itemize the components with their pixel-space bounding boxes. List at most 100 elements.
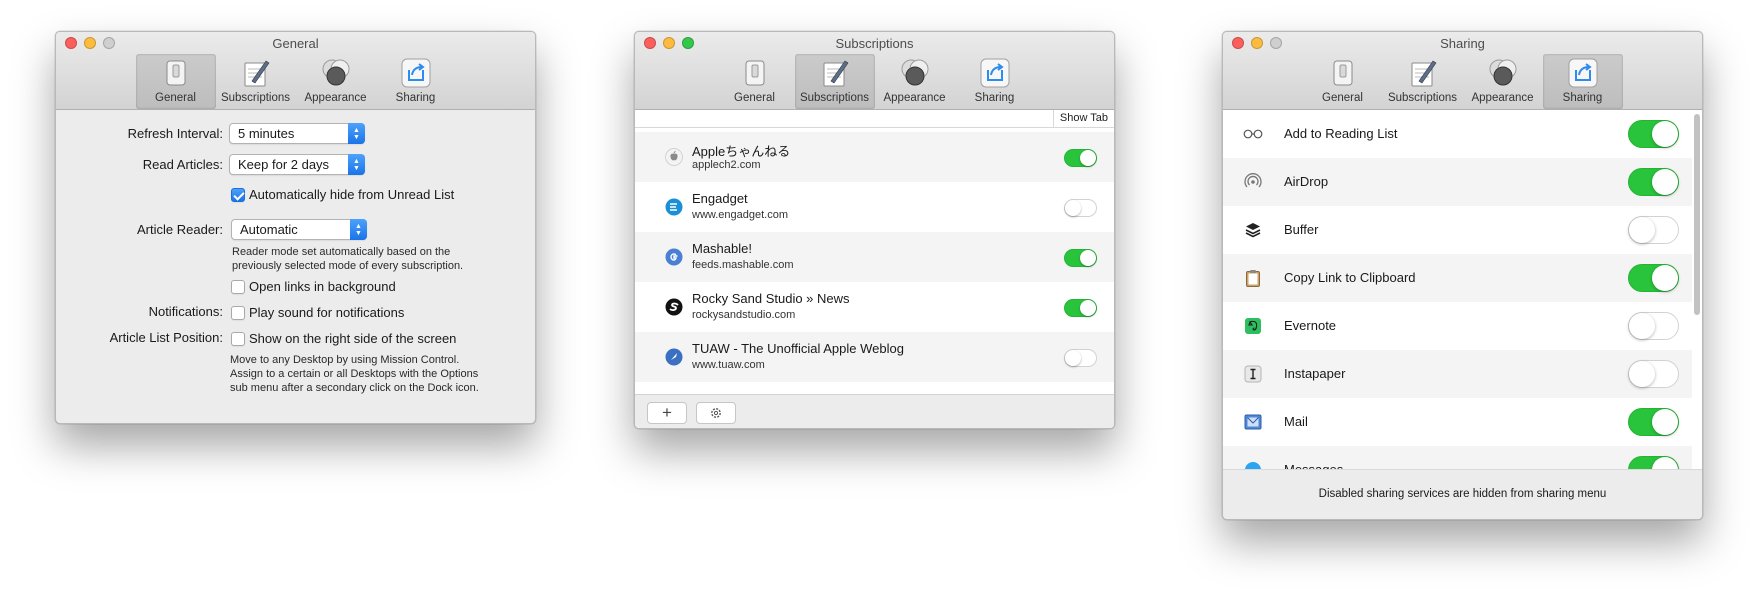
- sharing-service-row[interactable]: Mail: [1223, 398, 1692, 446]
- subscription-row[interactable]: Appleちゃんねる applech2.com: [635, 132, 1114, 182]
- switch-icon: [745, 60, 764, 86]
- subscriptions-preferences-window: Subscriptions General Subscriptions Appe…: [634, 31, 1115, 429]
- tab-label: General: [155, 92, 196, 104]
- refresh-interval-popup[interactable]: 5 minutes ▲ ▼: [229, 123, 365, 144]
- service-name: Mail: [1284, 414, 1308, 429]
- popup-value: 5 minutes: [238, 126, 295, 141]
- toggle-knob: [1080, 250, 1096, 266]
- tab-general[interactable]: General: [135, 54, 216, 109]
- open-links-checkbox[interactable]: [231, 280, 245, 294]
- tab-label: Subscriptions: [1387, 92, 1458, 104]
- service-toggle[interactable]: [1628, 216, 1679, 244]
- window-title: Subscriptions: [835, 36, 914, 51]
- sharing-pane: Add to Reading List AirDrop Buffer Copy …: [1223, 110, 1702, 471]
- subscription-row[interactable]: Mashable! feeds.mashable.com: [635, 232, 1114, 282]
- buffer-icon: [1243, 220, 1263, 240]
- subscription-row[interactable]: Engadget www.engadget.com: [635, 182, 1114, 232]
- sharing-service-row[interactable]: Evernote: [1223, 302, 1692, 350]
- list-header: Show Tab: [635, 110, 1114, 128]
- subscription-title: Mashable!: [692, 241, 752, 256]
- tab-appearance[interactable]: Appearance: [296, 54, 376, 109]
- subscription-row[interactable]: TUAW - The Unofficial Apple Weblog www.t…: [635, 332, 1114, 382]
- service-toggle[interactable]: [1628, 264, 1679, 292]
- tab-sharing[interactable]: Sharing: [376, 54, 456, 109]
- show-tab-column-header[interactable]: Show Tab: [1052, 110, 1114, 128]
- gear-icon: [711, 408, 721, 418]
- auto-hide-checkbox[interactable]: [231, 188, 245, 202]
- position-note-line1: Move to any Desktop by using Mission Con…: [230, 354, 460, 366]
- toggle-knob: [1629, 217, 1655, 243]
- apple-icon: [665, 148, 683, 166]
- vertical-scrollbar[interactable]: [1694, 114, 1700, 315]
- tab-label: Subscriptions: [799, 92, 870, 104]
- titlebar: General General Subscriptions Appearance…: [56, 32, 535, 110]
- tab-sharing[interactable]: Sharing: [1542, 54, 1623, 109]
- tab-appearance[interactable]: Appearance: [1463, 54, 1543, 109]
- service-name: Add to Reading List: [1284, 126, 1398, 141]
- toggle-knob: [1080, 300, 1096, 316]
- service-name: Evernote: [1284, 318, 1337, 333]
- show-tab-toggle[interactable]: [1064, 349, 1097, 367]
- titlebar: Subscriptions General Subscriptions Appe…: [635, 32, 1114, 110]
- toggle-knob: [1065, 200, 1081, 216]
- auto-hide-label: Automatically hide from Unread List: [249, 187, 455, 202]
- sharing-service-row[interactable]: Add to Reading List: [1223, 110, 1692, 158]
- pen-paper-icon: [1411, 60, 1436, 87]
- tab-subscriptions[interactable]: Subscriptions: [216, 54, 296, 109]
- tab-general[interactable]: General: [1303, 54, 1383, 109]
- service-toggle[interactable]: [1628, 312, 1679, 340]
- appearance-icon: [1489, 59, 1516, 86]
- sharing-preferences-window: Sharing General Subscriptions Appearance…: [1222, 31, 1703, 520]
- preferences-toolbar: General Subscriptions Appearance Sharing: [56, 54, 535, 109]
- tab-subscriptions[interactable]: Subscriptions: [794, 54, 875, 109]
- popup-value: Keep for 2 days: [238, 157, 330, 172]
- sharing-service-row[interactable]: AirDrop: [1223, 158, 1692, 206]
- subscription-title: Appleちゃんねる: [692, 144, 791, 159]
- tab-general[interactable]: General: [715, 54, 795, 109]
- service-toggle[interactable]: [1628, 120, 1679, 148]
- play-sound-checkbox[interactable]: [231, 306, 245, 320]
- right-side-checkbox[interactable]: [231, 332, 245, 346]
- read-articles-popup[interactable]: Keep for 2 days ▲ ▼: [229, 154, 365, 175]
- sharing-service-row[interactable]: Instapaper: [1223, 350, 1692, 398]
- general-pane: Refresh Interval: 5 minutes ▲ ▼ Read Arti…: [56, 110, 535, 423]
- tab-appearance[interactable]: Appearance: [875, 54, 955, 109]
- article-list-position-label: Article List Position:: [109, 330, 223, 345]
- subscription-row[interactable]: Rocky Sand Studio » News rockysandstudio…: [635, 282, 1114, 332]
- show-tab-toggle[interactable]: [1064, 199, 1097, 217]
- instapaper-icon: [1243, 364, 1263, 384]
- popup-value: Automatic: [240, 222, 298, 237]
- chevron-up-down-icon: ▲ ▼: [348, 123, 365, 144]
- toggle-knob: [1080, 150, 1096, 166]
- subscriptions-footer: +: [635, 394, 1114, 428]
- settings-button[interactable]: [696, 402, 736, 424]
- pen-paper-icon: [244, 60, 269, 87]
- share-icon: [401, 58, 430, 88]
- show-tab-toggle[interactable]: [1064, 299, 1097, 317]
- play-sound-label: Play sound for notifications: [249, 305, 405, 320]
- service-toggle[interactable]: [1628, 408, 1679, 436]
- service-toggle[interactable]: [1628, 360, 1679, 388]
- preferences-toolbar: General Subscriptions Appearance Sharing: [635, 54, 1114, 109]
- article-reader-note-line1: Reader mode set automatically based on t…: [232, 246, 451, 258]
- show-tab-toggle[interactable]: [1064, 149, 1097, 167]
- article-reader-label: Article Reader:: [137, 222, 223, 237]
- article-reader-note-line2: previously selected mode of every subscr…: [232, 260, 464, 272]
- tab-label: Subscriptions: [220, 92, 291, 104]
- add-subscription-button[interactable]: +: [647, 402, 687, 424]
- toggle-knob: [1652, 169, 1678, 195]
- sharing-service-row[interactable]: Messages: [1223, 446, 1692, 471]
- tab-sharing[interactable]: Sharing: [955, 54, 1035, 109]
- read-articles-label: Read Articles:: [142, 157, 223, 172]
- show-tab-toggle[interactable]: [1064, 249, 1097, 267]
- service-toggle[interactable]: [1628, 168, 1679, 196]
- sharing-service-row[interactable]: Buffer: [1223, 206, 1692, 254]
- subscription-url: feeds.mashable.com: [692, 259, 794, 271]
- toggle-knob: [1629, 361, 1655, 387]
- tab-subscriptions[interactable]: Subscriptions: [1383, 54, 1463, 109]
- subscription-url: applech2.com: [692, 159, 761, 171]
- service-name: Instapaper: [1284, 366, 1346, 381]
- tuaw-icon: [665, 348, 683, 366]
- sharing-service-row[interactable]: Copy Link to Clipboard: [1223, 254, 1692, 302]
- article-reader-popup[interactable]: Automatic ▲ ▼: [231, 219, 367, 240]
